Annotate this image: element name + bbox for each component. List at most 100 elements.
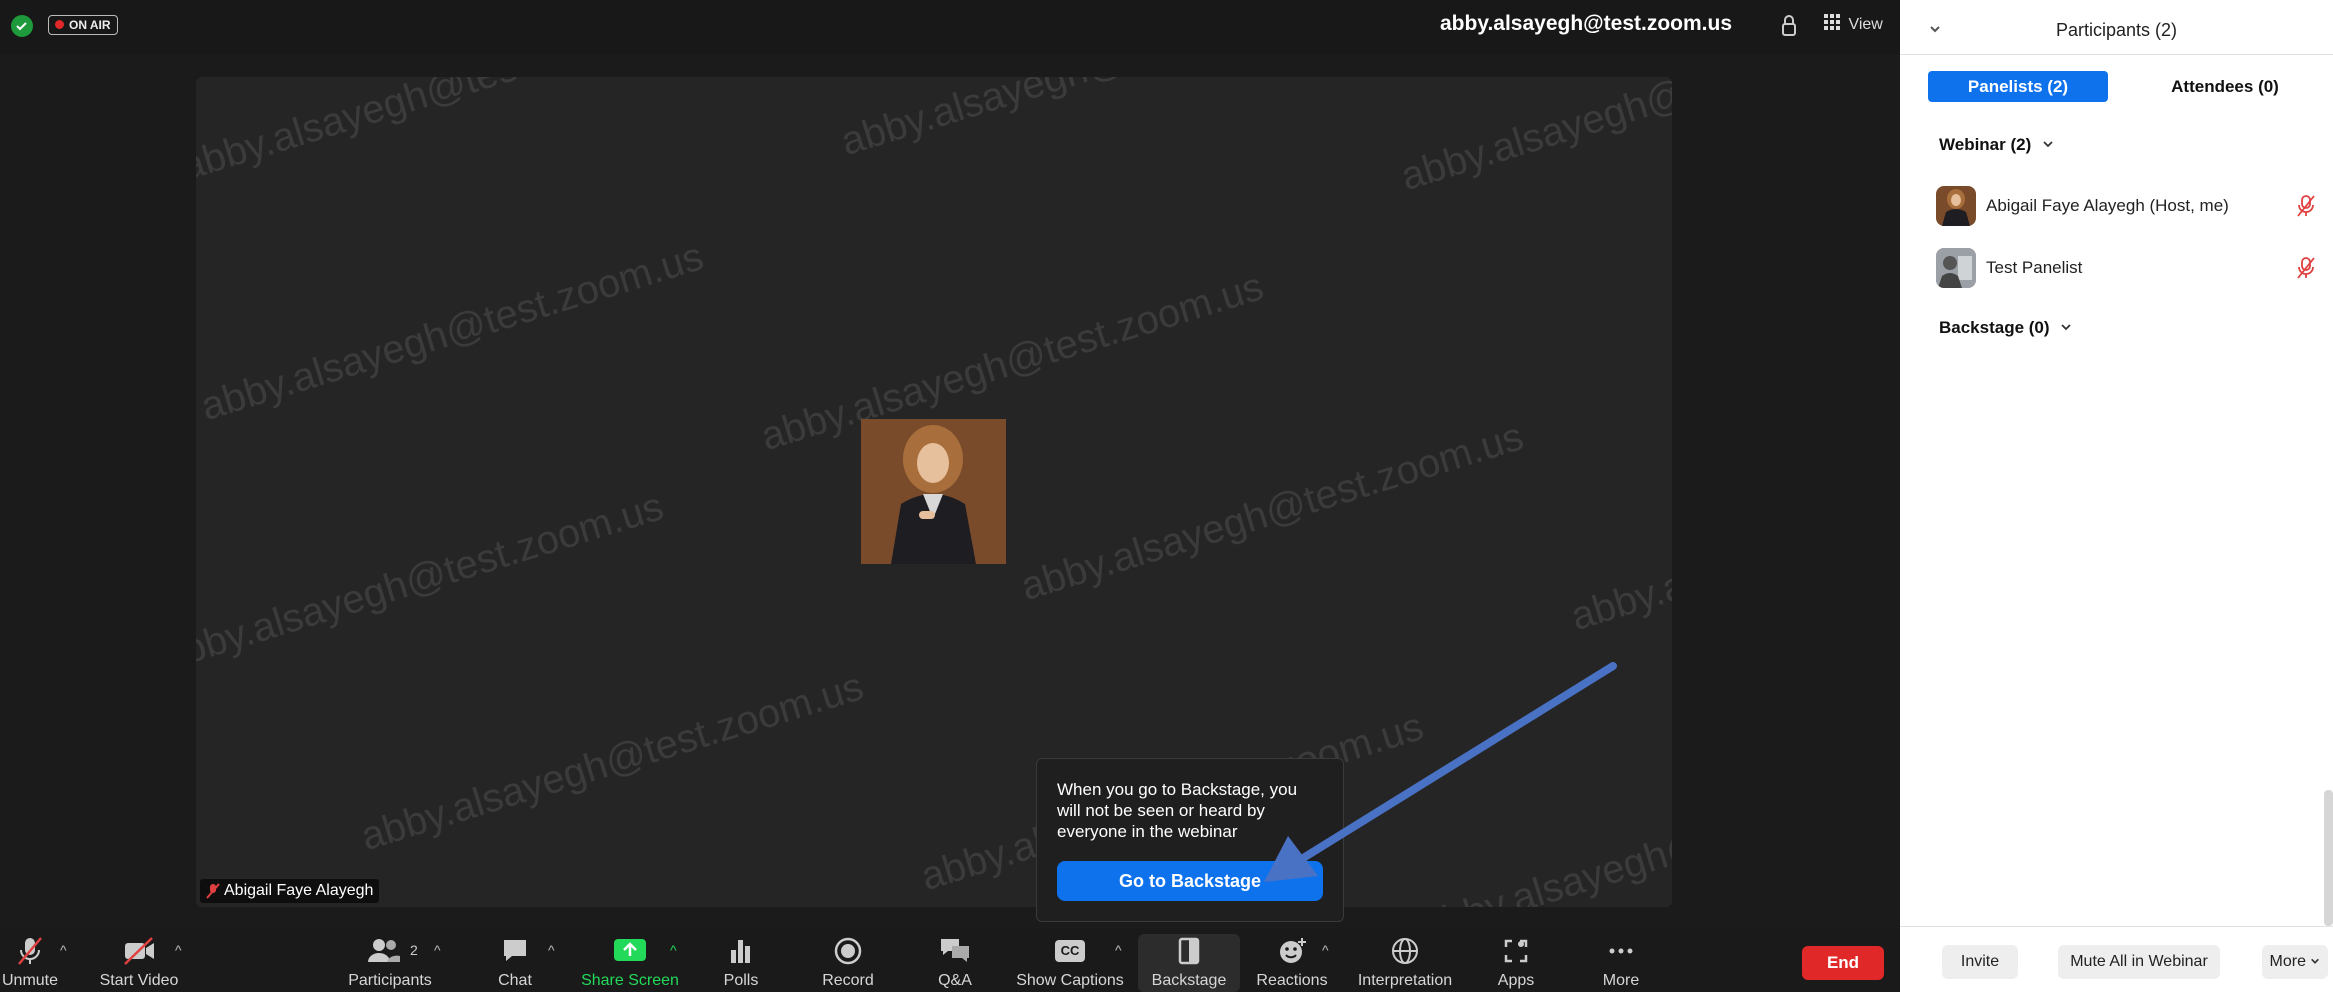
chat-icon [500,936,530,971]
group-backstage[interactable]: Backstage (0) [1939,318,2072,342]
more-dots-icon [1606,936,1636,971]
mute-all-button[interactable]: Mute All in Webinar [2058,945,2220,979]
watermark-text: abby.alsayegh@test.zoom.us [1396,77,1672,200]
interpretation-button[interactable]: Interpretation [1350,934,1460,992]
apps-icon [1501,936,1531,971]
share-screen-label: Share Screen [581,972,679,989]
start-video-label: Start Video [99,972,179,989]
video-off-icon [122,936,156,971]
apps-label: Apps [1497,972,1535,989]
backstage-button[interactable]: Backstage [1138,934,1240,992]
on-air-label: ON AIR [69,18,111,32]
panel-scrollbar[interactable] [2324,790,2333,926]
participants-count: 2 [410,942,418,958]
globe-icon [1390,936,1420,971]
reactions-button[interactable]: Reactions [1252,934,1332,992]
participant-row[interactable]: Test Panelist [1900,246,2333,290]
interpretation-label: Interpretation [1357,972,1453,989]
watermark-text: abby.alsayegh@test.zoom.us [836,77,1349,165]
invite-button[interactable]: Invite [1942,945,2018,979]
chat-options-chevron-icon[interactable]: ^ [548,942,555,958]
share-screen-button[interactable]: Share Screen [578,934,682,992]
grid-icon [1824,14,1840,35]
participant-name: Abigail Faye Alayegh (Host, me) [1986,196,2229,215]
backstage-label: Backstage [1151,972,1227,989]
record-button[interactable]: Record [818,934,878,992]
qa-button[interactable]: Q&A [930,934,980,992]
audio-options-chevron-icon[interactable]: ^ [60,942,67,958]
chevron-down-icon [2042,137,2054,155]
participants-options-chevron-icon[interactable]: ^ [434,942,441,958]
more-button[interactable]: More [1596,934,1646,992]
end-button[interactable]: End [1802,946,1884,980]
name-tag: Abigail Faye Alayegh [200,879,380,904]
meeting-area: ON AIR abby.alsayegh@test.zoom.us View a… [0,0,1900,992]
top-bar: ON AIR abby.alsayegh@test.zoom.us View [0,0,1900,54]
captions-options-chevron-icon[interactable]: ^ [1115,942,1122,958]
view-label: View [1848,15,1883,33]
view-button[interactable]: View [1824,14,1883,38]
security-lock-icon[interactable] [1780,14,1798,38]
backstage-door-icon [1174,936,1204,971]
start-video-button[interactable]: Start Video [92,934,186,992]
chat-label: Chat [498,972,532,989]
watermark-text: abby.alsayegh@test.zoom.us [756,264,1269,460]
panel-more-button[interactable]: More [2262,945,2328,979]
avatar [1936,186,1976,226]
participants-panel: Participants (2) Panelists (2) Attendees… [1900,0,2333,992]
polls-label: Polls [723,972,759,989]
participants-icon [367,936,401,971]
annotation-arrow [1264,662,1617,882]
participant-row[interactable]: Abigail Faye Alayegh (Host, me) [1900,184,2333,228]
divider [1900,54,2333,55]
reactions-smiley-icon [1277,936,1307,971]
show-captions-button[interactable]: CC Show Captions [1010,934,1130,992]
participants-label: Participants [348,972,432,989]
live-dot-icon [55,20,64,29]
watermark-text: abby.alsayegh@test.zoom.us [356,664,869,860]
muted-mic-icon[interactable] [2296,194,2316,223]
share-screen-icon [613,936,647,969]
show-captions-label: Show Captions [1016,972,1124,989]
unmute-label: Unmute [1,972,59,989]
watermark-text: abby.alsayegh@test.zoom.us [1566,444,1672,640]
group-webinar-label: Webinar (2) [1939,135,2032,154]
meeting-toolbar: Unmute ^ Start Video ^ 2 Participants ^ … [0,928,1900,992]
group-backstage-label: Backstage (0) [1939,318,2050,337]
unmute-button[interactable]: Unmute [0,934,60,992]
panel-title: Participants (2) [2055,20,2178,40]
qa-label: Q&A [938,972,972,989]
captions-cc-icon: CC [1055,940,1085,962]
chevron-down-icon [2310,945,2320,979]
tab-panelists[interactable]: Panelists (2) [1928,71,2108,102]
participant-photo [861,419,1006,564]
account-label: abby.alsayegh@test.zoom.us [1440,12,1733,35]
muted-mic-icon [206,883,220,904]
record-icon [833,936,863,971]
qa-icon [939,936,971,971]
watermark-text: abby.alsayegh@test.zoom.us [1016,414,1529,610]
avatar [1936,248,1976,288]
share-options-chevron-icon[interactable]: ^ [670,942,677,958]
on-air-badge: ON AIR [48,15,118,35]
polls-icon [726,936,756,971]
name-tag-label: Abigail Faye Alayegh [224,882,374,899]
participants-button[interactable]: 2 Participants [340,934,440,992]
record-label: Record [822,972,874,989]
participant-name: Test Panelist [1986,258,2083,277]
reactions-options-chevron-icon[interactable]: ^ [1322,942,1329,958]
tab-attendees[interactable]: Attendees (0) [2130,71,2320,102]
group-webinar[interactable]: Webinar (2) [1939,135,2054,159]
watermark-text: abby.alsayegh@test.zoom.us [196,234,709,430]
reactions-label: Reactions [1256,972,1328,989]
muted-mic-icon[interactable] [2296,256,2316,285]
encryption-shield-icon[interactable] [10,14,34,38]
panel-more-label: More [2269,953,2306,970]
watermark-text: abby.alsayegh@test.zoom.us [196,77,689,190]
video-options-chevron-icon[interactable]: ^ [175,942,182,958]
apps-button[interactable]: Apps [1490,934,1542,992]
chat-button[interactable]: Chat [490,934,540,992]
more-label: More [1602,972,1640,989]
polls-button[interactable]: Polls [716,934,766,992]
muted-mic-icon [15,936,45,971]
